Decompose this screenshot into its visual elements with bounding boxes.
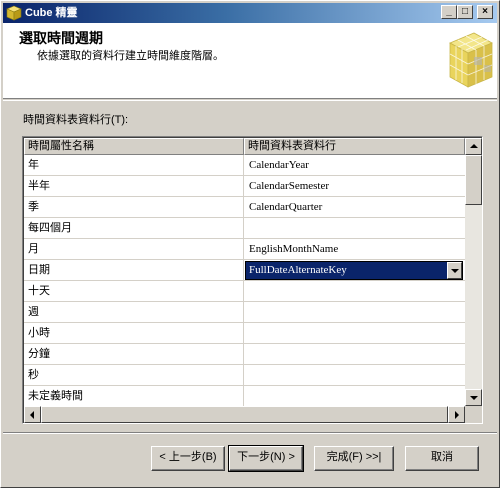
horizontal-scrollbar[interactable] xyxy=(24,406,465,423)
time-attribute-name: 分鐘 xyxy=(24,344,244,364)
table-row[interactable]: 十天 xyxy=(24,281,465,302)
page-description: 依據選取的資料行建立時間維度階層。 xyxy=(37,50,224,62)
column-header-table-column[interactable]: 時間資料表資料行 xyxy=(244,138,465,155)
time-attribute-name: 未定義時間 xyxy=(24,386,244,406)
maximize-button[interactable]: □ xyxy=(457,5,473,19)
wizard-window: Cube 精靈 _ □ × 選取時間週期 依據選取的資料行建立時間維度階層。 時… xyxy=(0,0,500,488)
table-row[interactable]: 月 EnglishMonthName xyxy=(24,239,465,260)
table-row[interactable]: 季 CalendarQuarter xyxy=(24,197,465,218)
table-row[interactable]: 分鐘 xyxy=(24,344,465,365)
dropdown-selected-value: FullDateAlternateKey xyxy=(249,264,347,276)
table-row[interactable]: 年 CalendarYear xyxy=(24,155,465,176)
table-row[interactable]: 日期 FullDateAlternateKey xyxy=(24,260,465,281)
time-table-column[interactable] xyxy=(245,386,465,406)
time-table-column[interactable] xyxy=(245,323,465,343)
wizard-header: 選取時間週期 依據選取的資料行建立時間維度階層。 xyxy=(3,23,497,99)
time-attribute-name: 半年 xyxy=(24,176,244,196)
maximize-icon: □ xyxy=(461,6,469,17)
header-divider xyxy=(3,100,497,101)
time-attribute-name: 週 xyxy=(24,302,244,322)
title-bar[interactable]: Cube 精靈 _ □ × xyxy=(3,3,497,23)
time-table-column[interactable] xyxy=(245,302,465,322)
time-attribute-name: 小時 xyxy=(24,323,244,343)
time-attribute-name: 季 xyxy=(24,197,244,217)
scroll-left-icon[interactable] xyxy=(24,406,41,423)
minimize-icon: _ xyxy=(446,6,452,17)
table-row[interactable]: 秒 xyxy=(24,365,465,386)
chevron-down-icon[interactable] xyxy=(447,262,462,279)
time-attribute-name: 十天 xyxy=(24,281,244,301)
scroll-down-icon[interactable] xyxy=(465,389,482,406)
scroll-right-icon[interactable] xyxy=(448,406,465,423)
time-table-column[interactable] xyxy=(245,281,465,301)
column-header-attribute-name[interactable]: 時間屬性名稱 xyxy=(24,138,244,155)
cancel-button[interactable]: 取消 xyxy=(405,446,479,471)
next-button[interactable]: 下一步(N) > xyxy=(228,445,304,472)
minimize-button[interactable]: _ xyxy=(441,5,457,19)
table-row[interactable]: 週 xyxy=(24,302,465,323)
time-attribute-name: 年 xyxy=(24,155,244,175)
finish-button[interactable]: 完成(F) >>| xyxy=(314,446,394,471)
page-title: 選取時間週期 xyxy=(19,30,103,46)
time-table-column[interactable]: CalendarSemester xyxy=(245,176,465,196)
vertical-scroll-thumb[interactable] xyxy=(465,155,482,205)
scroll-up-icon[interactable] xyxy=(465,138,482,155)
table-row[interactable]: 半年 CalendarSemester xyxy=(24,176,465,197)
time-attribute-name: 秒 xyxy=(24,365,244,385)
cube-logo-icon xyxy=(449,32,493,88)
grid-header: 時間屬性名稱 時間資料表資料行 xyxy=(24,138,465,155)
table-row[interactable]: 小時 xyxy=(24,323,465,344)
time-table-column[interactable]: CalendarQuarter xyxy=(245,197,465,217)
time-attribute-name: 每四個月 xyxy=(24,218,244,238)
time-column-dropdown[interactable]: FullDateAlternateKey xyxy=(245,261,463,280)
horizontal-scroll-thumb[interactable] xyxy=(41,406,448,423)
window-title: Cube 精靈 xyxy=(25,7,78,19)
close-button[interactable]: × xyxy=(477,5,493,19)
table-row[interactable]: 每四個月 xyxy=(24,218,465,239)
time-attribute-name: 月 xyxy=(24,239,244,259)
time-table-column[interactable] xyxy=(245,365,465,385)
time-table-column[interactable]: CalendarYear xyxy=(245,155,465,175)
time-attribute-name: 日期 xyxy=(24,260,244,280)
back-button[interactable]: < 上一步(B) xyxy=(151,446,225,471)
cube-app-icon xyxy=(6,5,22,21)
time-columns-label: 時間資料表資料行(T): xyxy=(23,114,129,126)
button-divider-highlight xyxy=(3,433,497,434)
table-row[interactable]: 未定義時間 xyxy=(24,386,465,407)
close-icon: × xyxy=(482,6,488,17)
scrollbar-corner xyxy=(465,406,482,423)
vertical-scrollbar[interactable] xyxy=(465,138,482,406)
time-table-column[interactable] xyxy=(245,218,465,238)
time-table-column[interactable]: EnglishMonthName xyxy=(245,239,465,259)
time-table-column[interactable] xyxy=(245,344,465,364)
time-columns-grid[interactable]: 時間屬性名稱 時間資料表資料行 年 CalendarYear 半年 CalendarS… xyxy=(22,136,483,424)
